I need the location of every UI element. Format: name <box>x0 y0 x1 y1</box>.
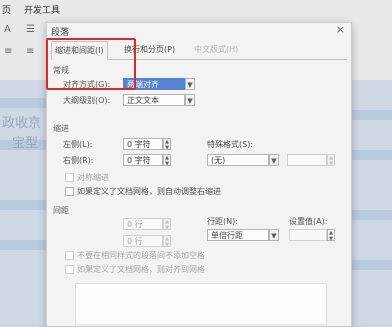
chevron-down-icon[interactable]: ▼ <box>269 229 279 241</box>
font-color-icon[interactable]: A <box>4 24 11 35</box>
right-indent-input[interactable]: 0 字符 <box>123 154 163 166</box>
special-format-label: 特殊格式(S): <box>207 140 254 149</box>
ribbon-tab-page[interactable]: 页 <box>2 3 11 16</box>
mirror-indent-label: 对称缩进 <box>77 173 109 182</box>
ribbon-tab-developer[interactable]: 开发工具 <box>24 3 60 16</box>
document-text: 宝型 <box>12 136 39 151</box>
ribbon-tabs: 页 开发工具 <box>0 0 392 18</box>
spacing-section-label: 间距 <box>53 206 69 215</box>
space-after-input[interactable]: 0 行 <box>123 235 163 247</box>
chevron-down-icon[interactable]: ▼ <box>185 78 195 90</box>
special-value-spinner[interactable]: ▲ ▼ <box>327 154 335 167</box>
left-indent-label: 左侧(L): <box>63 140 93 149</box>
align-center-icon[interactable]: ≡ <box>4 46 12 57</box>
special-format-select[interactable]: (无) <box>207 154 269 166</box>
set-value-input[interactable] <box>289 229 327 241</box>
chevron-down-icon[interactable]: ▼ <box>269 154 279 166</box>
snap-grid-label: 如果定义了文档网格，则对齐到网格 <box>77 265 205 274</box>
set-value-label: 设置值(A): <box>289 217 328 226</box>
left-indent-input[interactable]: 0 字符 <box>123 138 163 150</box>
chevron-down-icon[interactable]: ▼ <box>185 94 195 106</box>
dialog-title: 段落 <box>51 28 70 38</box>
auto-adjust-checkbox[interactable] <box>65 187 74 196</box>
indent-section-label: 缩进 <box>53 124 69 133</box>
line-spacing-select[interactable]: 单倍行距 <box>207 229 269 241</box>
list-icon[interactable]: ☰ <box>26 24 35 35</box>
tab-asian-typography[interactable]: 中文版式(H) <box>191 41 241 58</box>
line-spacing-label: 行距(N): <box>207 217 238 226</box>
auto-adjust-label: 如果定义了文档网格，则自动调整右缩进 <box>77 187 221 196</box>
no-space-label: 不要在相同样式的段落间不添加空格 <box>77 251 205 260</box>
snap-grid-checkbox[interactable] <box>65 265 74 274</box>
right-indent-spinner[interactable]: ▲ ▼ <box>163 154 171 167</box>
outline-level-select[interactable]: 正文文本 <box>123 94 185 106</box>
mirror-indent-checkbox[interactable] <box>65 173 74 182</box>
left-indent-spinner[interactable]: ▲ ▼ <box>163 138 171 151</box>
space-after-spinner[interactable]: ▲ ▼ <box>163 235 171 248</box>
outline-level-label: 大纲级别(O): <box>63 96 111 105</box>
space-before-spinner[interactable]: ▲ ▼ <box>163 218 171 231</box>
align-left-icon[interactable]: ≡ <box>26 46 34 57</box>
space-before-input[interactable]: 0 行 <box>123 218 163 230</box>
preview-box <box>75 283 327 325</box>
special-value-input[interactable] <box>287 154 327 166</box>
close-icon[interactable]: × <box>336 23 345 36</box>
highlight-annotation <box>46 38 136 90</box>
right-indent-label: 右侧(R): <box>63 156 94 165</box>
set-value-spinner[interactable]: ▲ ▼ <box>327 229 335 242</box>
no-space-checkbox[interactable] <box>65 251 74 260</box>
document-text: 政收京 <box>2 116 42 131</box>
